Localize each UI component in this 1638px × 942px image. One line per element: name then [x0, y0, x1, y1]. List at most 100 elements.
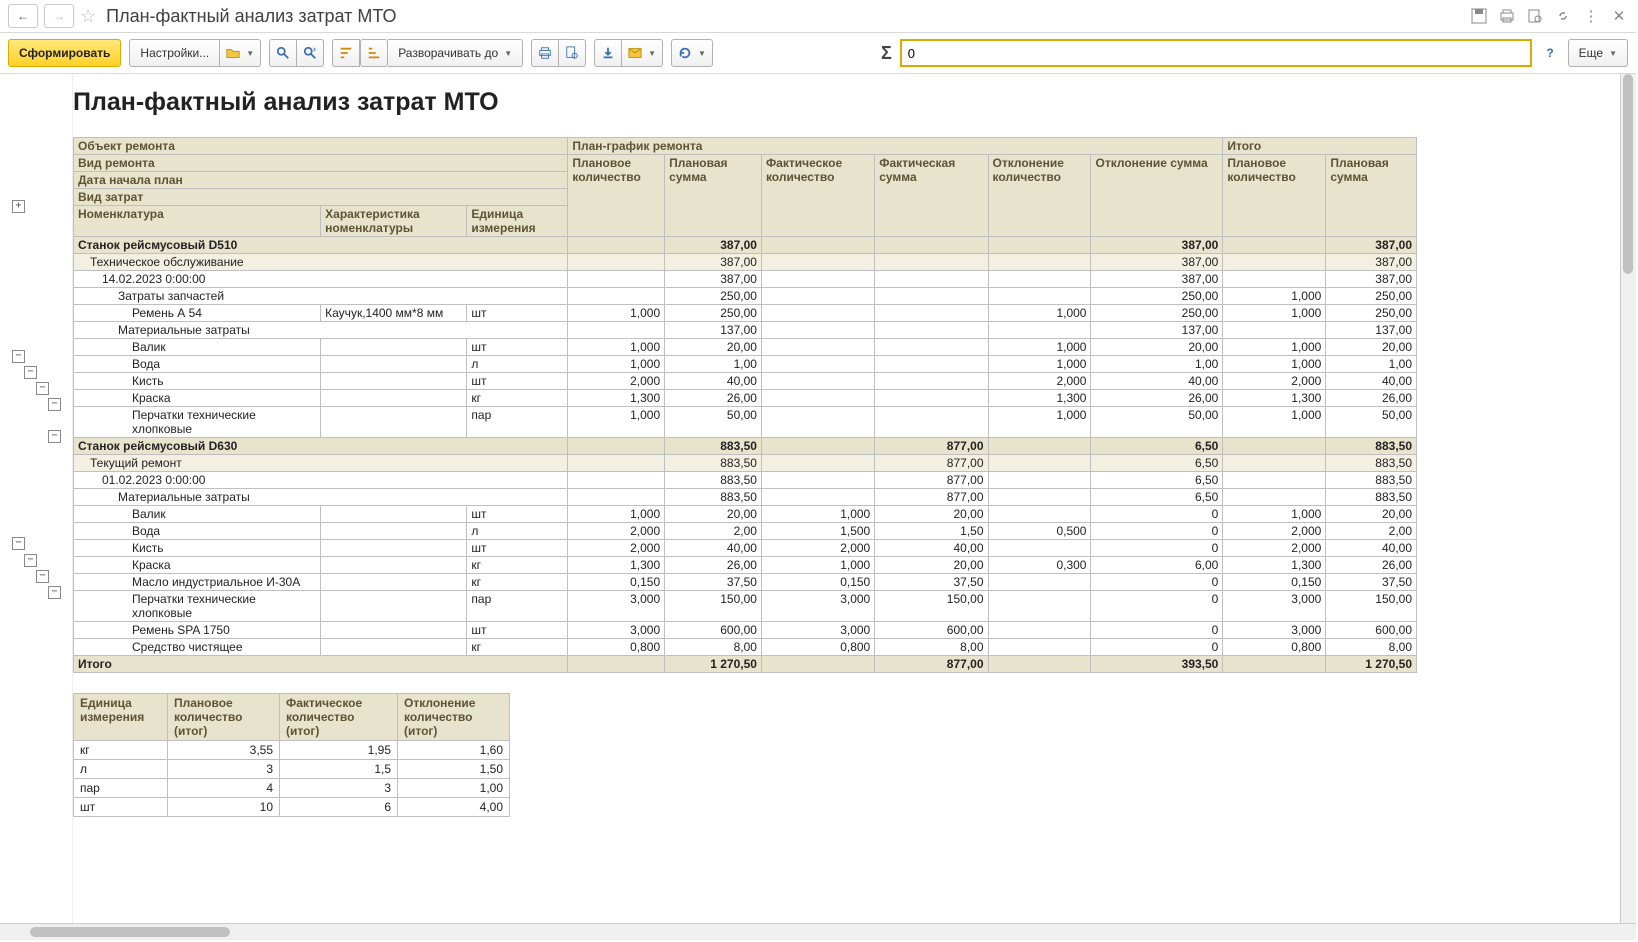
table-row[interactable]: кг3,551,951,60: [74, 741, 510, 760]
email-button[interactable]: ▼: [622, 39, 663, 67]
print-button[interactable]: [531, 39, 559, 67]
header-dev-qty: Отклонение количество: [988, 155, 1091, 237]
form-report-button[interactable]: Сформировать: [8, 39, 121, 67]
outline-toggle[interactable]: −: [24, 366, 37, 379]
collapse-icon: [339, 46, 353, 60]
outline-toggle[interactable]: +: [12, 200, 25, 213]
header-char: Характеристика номенклатуры: [321, 206, 467, 237]
expand-to-label: Разворачивать до: [398, 46, 498, 60]
report-table: Объект ремонта План-график ремонта Итого…: [73, 137, 1417, 673]
search-icon: [276, 46, 290, 60]
table-row[interactable]: Перчатки технические хлопковыепар1,00050…: [74, 407, 1417, 438]
header-nomenclature: Номенклатура: [74, 206, 321, 237]
table-row[interactable]: Масло индустриальное И-30Акг0,15037,500,…: [74, 574, 1417, 591]
table-row[interactable]: Ремень SPA 1750шт3,000600,003,000600,000…: [74, 622, 1417, 639]
header-object: Объект ремонта: [74, 138, 568, 155]
table-row[interactable]: л31,51,50: [74, 760, 510, 779]
table-row[interactable]: Станок рейсмусовый D510387,00387,00387,0…: [74, 237, 1417, 254]
table-row[interactable]: Краскакг1,30026,001,00020,000,3006,001,3…: [74, 557, 1417, 574]
header-plan-date: Дата начала план: [74, 172, 568, 189]
table-row[interactable]: Средство чистящеекг0,8008,000,8008,0000,…: [74, 639, 1417, 656]
find-next-button[interactable]: [297, 39, 324, 67]
outline-toggle[interactable]: −: [36, 382, 49, 395]
outline-toggle[interactable]: −: [48, 430, 61, 443]
table-row[interactable]: 01.02.2023 0:00:00883,50877,006,50883,50: [74, 472, 1417, 489]
settings-label: Настройки...: [140, 46, 209, 60]
table-row[interactable]: Техническое обслуживание387,00387,00387,…: [74, 254, 1417, 271]
table-row[interactable]: Ремень А 54Каучук,1400 мм*8 ммшт1,000250…: [74, 305, 1417, 322]
printer-icon: [538, 46, 552, 60]
sigma-icon: Σ: [881, 43, 892, 64]
table-row[interactable]: шт1064,00: [74, 798, 510, 817]
table-row[interactable]: Материальные затраты883,50877,006,50883,…: [74, 489, 1417, 506]
summary-header-plan-qty: Плановое количество (итог): [168, 694, 280, 741]
preview-icon[interactable]: [1526, 7, 1544, 25]
folder-icon: [226, 46, 240, 60]
window-title: План-фактный анализ затрат МТО: [106, 6, 1464, 27]
settings-button[interactable]: Настройки...: [129, 39, 220, 67]
outline-toggle[interactable]: −: [36, 570, 49, 583]
header-tot-plan-sum: Плановая сумма: [1326, 155, 1417, 237]
header-plan-qty: Плановое количество: [568, 155, 665, 237]
table-row[interactable]: Валикшт1,00020,001,00020,001,00020,00: [74, 339, 1417, 356]
header-tot-plan-qty: Плановое количество: [1223, 155, 1326, 237]
grand-total-dev-sum: 393,50: [1091, 656, 1223, 673]
find-button[interactable]: [269, 39, 297, 67]
table-row[interactable]: Текущий ремонт883,50877,006,50883,50: [74, 455, 1417, 472]
outline-gutter: + − − − − − − − − −: [0, 74, 73, 923]
more-menu-button[interactable]: Еще▼: [1568, 39, 1628, 67]
outline-toggle[interactable]: −: [12, 537, 25, 550]
table-row[interactable]: Материальные затраты137,00137,00137,00: [74, 322, 1417, 339]
table-row[interactable]: Валикшт1,00020,001,00020,0001,00020,00: [74, 506, 1417, 523]
table-row[interactable]: Затраты запчастей250,00250,001,000250,00: [74, 288, 1417, 305]
table-row[interactable]: Краскакг1,30026,001,30026,001,30026,00: [74, 390, 1417, 407]
grand-total-label: Итого: [74, 656, 568, 673]
expand-to-button[interactable]: Разворачивать до▼: [388, 39, 523, 67]
table-row[interactable]: 14.02.2023 0:00:00387,00387,00387,00: [74, 271, 1417, 288]
outline-toggle[interactable]: −: [12, 350, 25, 363]
horizontal-scrollbar[interactable]: [0, 923, 1636, 940]
mail-icon: [628, 46, 642, 60]
settings-dropdown-button[interactable]: ▼: [220, 39, 261, 67]
header-dev-sum: Отклонение сумма: [1091, 155, 1223, 237]
vertical-scrollbar[interactable]: [1620, 74, 1636, 923]
download-icon: [601, 46, 615, 60]
outline-toggle[interactable]: −: [24, 554, 37, 567]
save-icon[interactable]: [1470, 7, 1488, 25]
table-row[interactable]: Перчатки технические хлопковыепар3,00015…: [74, 591, 1417, 622]
help-icon[interactable]: ?: [1546, 46, 1553, 60]
header-total-group: Итого: [1223, 138, 1417, 155]
print-preview-button[interactable]: [559, 39, 586, 67]
refresh-button[interactable]: ▼: [671, 39, 713, 67]
header-repair-type: Вид ремонта: [74, 155, 568, 172]
table-row[interactable]: Станок рейсмусовый D630883,50877,006,508…: [74, 438, 1417, 455]
close-icon[interactable]: ✕: [1610, 7, 1628, 25]
table-row[interactable]: Водал2,0002,001,5001,500,50002,0002,00: [74, 523, 1417, 540]
collapse-all-button[interactable]: [332, 39, 360, 67]
link-icon[interactable]: [1554, 7, 1572, 25]
sum-input[interactable]: [900, 39, 1533, 67]
summary-header-fact-qty: Фактическое количество (итог): [280, 694, 398, 741]
header-fact-sum: Фактическая сумма: [875, 155, 988, 237]
titlebar: ← → ☆ План-фактный анализ затрат МТО ⋮ ✕: [0, 0, 1636, 33]
outline-toggle[interactable]: −: [48, 586, 61, 599]
report-content: План-фактный анализ затрат МТО Объект ре…: [73, 74, 1636, 923]
nav-forward-button[interactable]: →: [44, 4, 74, 28]
kebab-menu-icon[interactable]: ⋮: [1582, 7, 1600, 25]
header-cost-type: Вид затрат: [74, 189, 568, 206]
table-row[interactable]: пар431,00: [74, 779, 510, 798]
table-row[interactable]: Водал1,0001,001,0001,001,0001,00: [74, 356, 1417, 373]
summary-table: Единица измерения Плановое количество (и…: [73, 693, 510, 817]
favorite-star-icon[interactable]: ☆: [80, 6, 96, 27]
table-row[interactable]: Кистьшт2,00040,002,00040,0002,00040,00: [74, 540, 1417, 557]
outline-toggle[interactable]: −: [48, 398, 61, 411]
save-file-button[interactable]: [594, 39, 622, 67]
header-plan-group: План-график ремонта: [568, 138, 1223, 155]
table-row[interactable]: Кистьшт2,00040,002,00040,002,00040,00: [74, 373, 1417, 390]
print-icon[interactable]: [1498, 7, 1516, 25]
header-plan-sum: Плановая сумма: [665, 155, 762, 237]
expand-all-button[interactable]: [360, 39, 388, 67]
header-fact-qty: Фактическое количество: [761, 155, 874, 237]
nav-back-button[interactable]: ←: [8, 4, 38, 28]
header-unit: Единица измерения: [467, 206, 568, 237]
